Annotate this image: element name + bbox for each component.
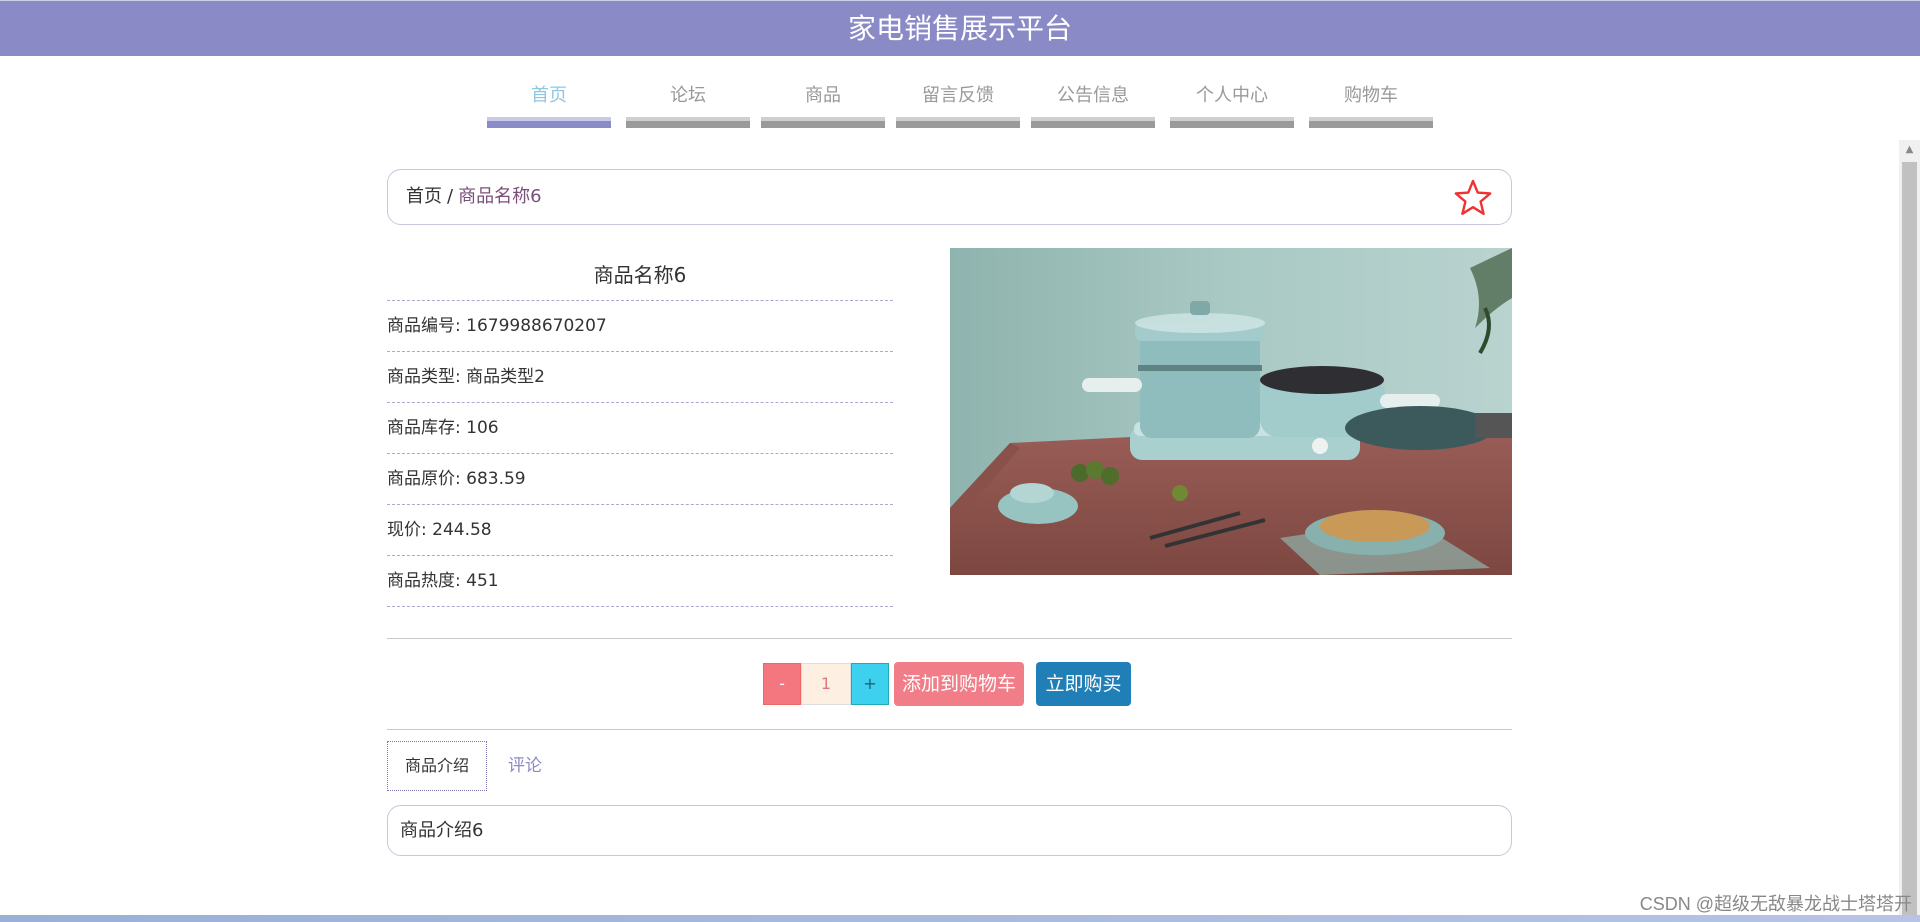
nav-item-underline [761,117,885,128]
nav-item-label: 购物车 [1344,85,1398,106]
nav-item-home[interactable]: 首页 [487,82,611,128]
quantity-decrease-button[interactable]: - [763,663,801,705]
product-type-row: 商品类型: 商品类型2 [387,352,893,403]
nav-item-underline [896,117,1020,128]
nav-item-label: 论坛 [670,85,706,106]
product-photo [950,248,1512,575]
site-title: 家电销售展示平台 [847,12,1072,45]
quantity-input[interactable]: 1 [801,663,851,705]
main-nav: 首页 论坛 商品 留言反馈 公告信息 个人中心 购物车 [0,82,1920,128]
nav-item-label: 商品 [805,85,841,106]
divider [387,638,1512,639]
nav-item-underline [626,117,750,128]
nav-item-label: 首页 [531,85,567,106]
nav-item-underline [1031,117,1155,128]
nav-item-user-center[interactable]: 个人中心 [1170,82,1294,128]
star-outline-icon[interactable] [1453,178,1493,218]
buy-now-button[interactable]: 立即购买 [1036,662,1131,706]
nav-item-feedback[interactable]: 留言反馈 [896,82,1020,128]
nav-item-underline [487,117,611,128]
product-stock-row: 商品库存: 106 [387,403,893,454]
tab-reviews[interactable]: 评论 [500,741,550,791]
nav-item-underline [1170,117,1294,128]
bottom-strip [0,915,1920,922]
page-header: 家电销售展示平台 [0,0,1920,56]
nav-item-products[interactable]: 商品 [761,82,885,128]
chevron-up-icon[interactable]: ▲ [1899,140,1920,160]
watermark-text: CSDN @超级无敌暴龙战士塔塔开 [1639,894,1912,914]
nav-item-announcements[interactable]: 公告信息 [1031,82,1155,128]
scrollbar-thumb[interactable] [1902,162,1917,922]
page-scrollbar[interactable]: ▲ [1899,140,1920,922]
nav-item-label: 留言反馈 [922,85,994,106]
nav-item-underline [1309,117,1433,128]
quantity-increase-button[interactable]: + [851,663,889,705]
nav-item-cart[interactable]: 购物车 [1309,82,1433,128]
product-popularity-row: 商品热度: 451 [387,556,893,607]
nav-item-forum[interactable]: 论坛 [626,82,750,128]
product-info: 商品名称6 商品编号: 1679988670207 商品类型: 商品类型2 商品… [387,250,893,607]
product-intro-content: 商品介绍6 [387,805,1512,856]
breadcrumb-separator: / [447,186,454,207]
divider [387,729,1512,730]
breadcrumb-home-link[interactable]: 首页 [406,186,442,207]
product-image [950,248,1512,575]
product-id-row: 商品编号: 1679988670207 [387,301,893,352]
breadcrumb-current: 商品名称6 [458,186,542,207]
product-original-price-row: 商品原价: 683.59 [387,454,893,505]
add-to-cart-button[interactable]: 添加到购物车 [894,662,1024,706]
breadcrumb: 首页 / 商品名称6 [387,169,1512,225]
product-current-price-row: 现价: 244.58 [387,505,893,556]
product-name: 商品名称6 [387,250,893,301]
nav-item-label: 公告信息 [1057,85,1129,106]
nav-item-label: 个人中心 [1196,85,1268,106]
tab-product-intro[interactable]: 商品介绍 [387,741,487,791]
